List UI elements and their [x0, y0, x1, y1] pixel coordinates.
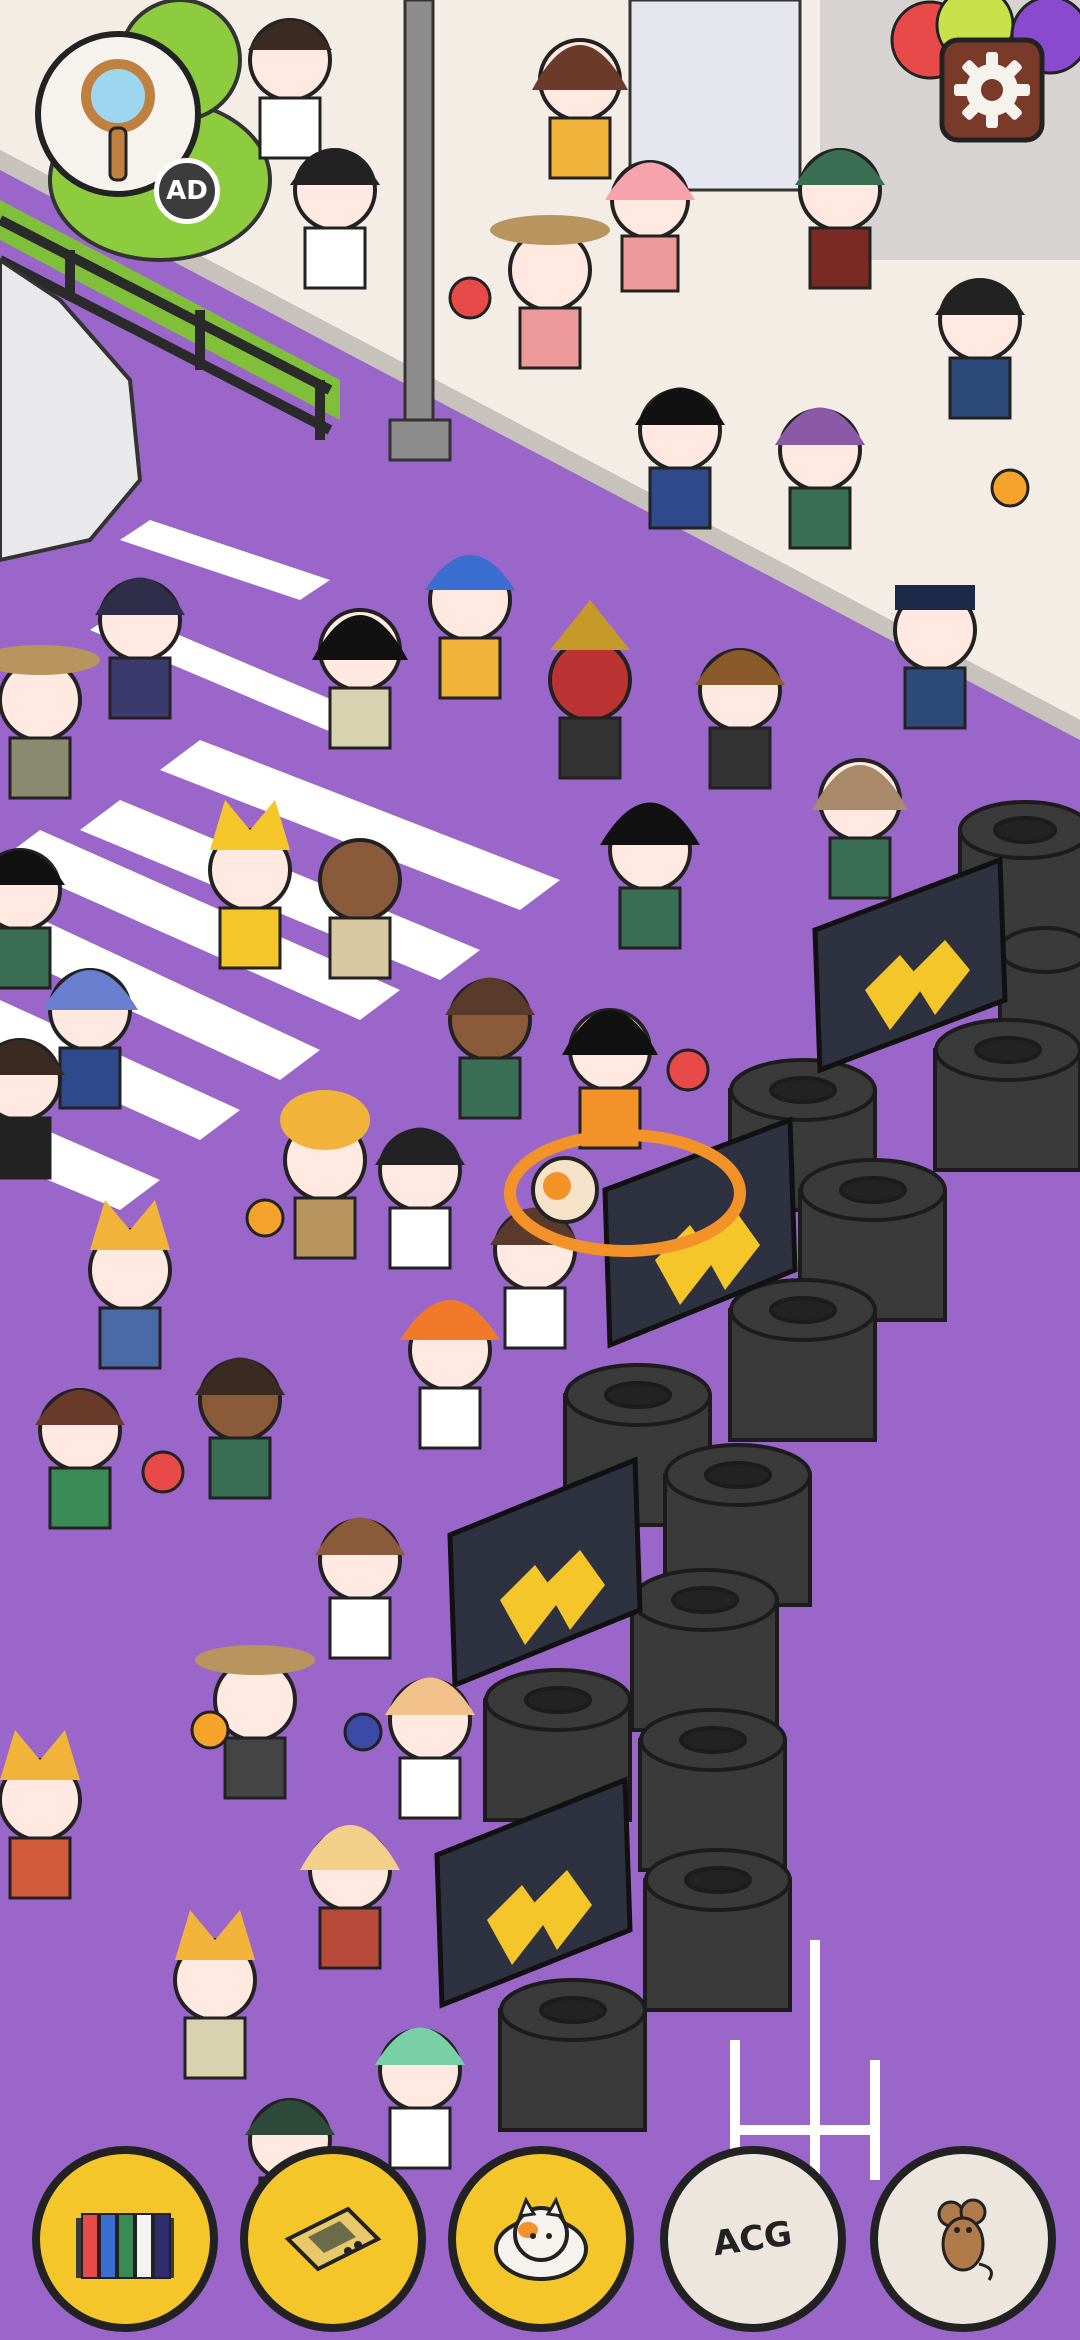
item-bar: ACG — [0, 2140, 1080, 2340]
tire-stack — [643, 1848, 792, 2012]
character — [315, 1517, 405, 1660]
game-scene[interactable] — [0, 0, 1080, 2340]
handheld-console-icon — [284, 2206, 382, 2272]
tire-stack — [933, 1018, 1080, 1172]
item-slot-handheld[interactable] — [240, 2146, 426, 2332]
books-icon — [76, 2213, 174, 2279]
cat-icon — [494, 2196, 588, 2281]
character — [893, 585, 977, 730]
hint-button[interactable]: AD — [18, 18, 220, 224]
character — [280, 1090, 370, 1260]
acg-label: ACG — [711, 2213, 795, 2265]
character — [248, 18, 332, 160]
item-slot-mouse[interactable] — [870, 2146, 1056, 2332]
tire-stack — [498, 1978, 647, 2132]
character — [195, 1357, 285, 1500]
item-slot-acg[interactable]: ACG — [660, 2146, 846, 2332]
item-slot-books[interactable] — [32, 2146, 218, 2332]
tire-stack — [638, 1708, 787, 1872]
tire-stack — [630, 1568, 779, 1732]
character — [425, 555, 515, 700]
character — [95, 577, 185, 720]
street-pole — [403, 0, 435, 442]
ad-badge: AD — [154, 158, 220, 224]
item-slot-cat[interactable] — [448, 2146, 634, 2332]
character — [375, 1127, 465, 1270]
character — [775, 407, 865, 550]
settings-button[interactable] — [938, 36, 1046, 144]
mouse-icon — [937, 2198, 993, 2281]
hidden-object-found[interactable] — [531, 1156, 599, 1224]
character — [385, 1677, 475, 1820]
character — [445, 977, 535, 1120]
pole-base — [388, 418, 452, 462]
character — [635, 387, 725, 530]
tire-stack — [728, 1278, 877, 1442]
character — [318, 838, 402, 980]
gear-icon — [939, 37, 1045, 143]
